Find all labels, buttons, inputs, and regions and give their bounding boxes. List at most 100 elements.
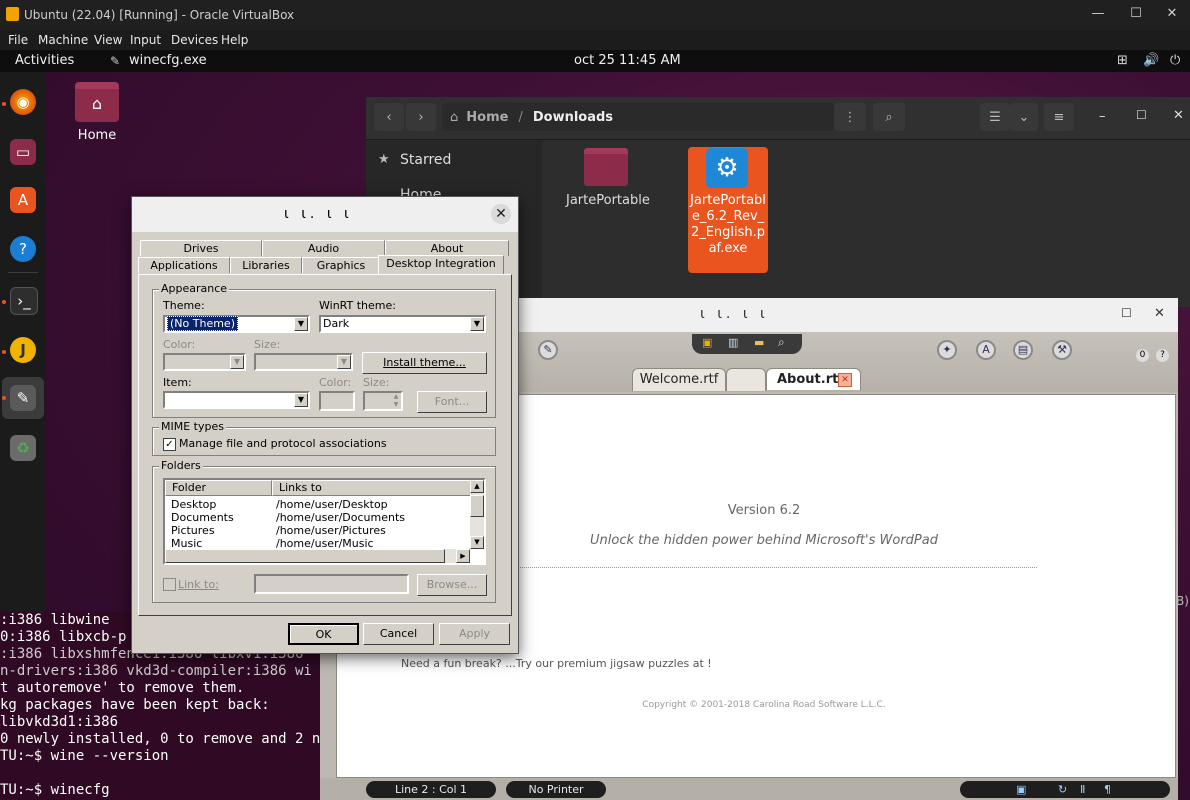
info-icon[interactable]: 0	[1136, 349, 1149, 362]
folder-row-name[interactable]: Documents	[171, 511, 234, 524]
tab-welcome[interactable]: Welcome.rtf	[632, 368, 726, 391]
breadcrumb[interactable]: ⌂ Home / Downloads	[442, 103, 834, 131]
item-select[interactable]: ▼	[163, 391, 310, 409]
folders-list[interactable]: Folder Links to Desktop /home/user/Deskt…	[163, 478, 486, 565]
link-to-checkbox[interactable]	[163, 578, 176, 591]
fun-break-text[interactable]: Need a fun break? ...Try our premium jig…	[401, 657, 712, 670]
font-button[interactable]: Font...	[417, 391, 487, 413]
menu-machine[interactable]: Machine	[38, 33, 88, 47]
item-color-field[interactable]	[319, 391, 355, 411]
page-icon[interactable]: ▤	[1013, 340, 1033, 360]
horizontal-scrollbar[interactable]: ▶	[165, 549, 470, 563]
item-size-spinner[interactable]: ▲ ▼	[363, 391, 403, 411]
jarte-icon[interactable]: J	[10, 337, 36, 363]
folder-row-link[interactable]: /home/user/Desktop	[276, 498, 388, 511]
menu-view[interactable]: View	[94, 33, 122, 47]
menu-file[interactable]: File	[8, 33, 28, 47]
firefox-icon[interactable]: ◉	[10, 89, 36, 115]
paste-icon[interactable]: ▣	[702, 336, 712, 349]
network-icon[interactable]: ⊞	[1117, 53, 1128, 68]
theme-select[interactable]: (No Theme) ▼	[163, 315, 310, 333]
volume-icon[interactable]: 🔊	[1143, 53, 1159, 68]
tab-about[interactable]: About	[385, 240, 509, 256]
sidebar-item-starred[interactable]: Starred	[400, 152, 451, 168]
folder-row-link[interactable]: /home/user/Pictures	[276, 524, 386, 537]
help-icon[interactable]: ?	[10, 236, 36, 262]
folder-row-name[interactable]: Pictures	[171, 524, 215, 537]
spinner-arrows-icon[interactable]: ▲ ▼	[391, 393, 401, 409]
files-close-button[interactable]: ✕	[1173, 108, 1184, 123]
tab-drives[interactable]: Drives	[140, 240, 262, 256]
mime-checkbox[interactable]: ✓	[163, 438, 176, 451]
install-theme-button[interactable]: Install theme...	[362, 352, 487, 374]
link-to-field[interactable]	[254, 574, 409, 594]
app-menu[interactable]: winecfg.exe	[129, 53, 207, 68]
scroll-thumb[interactable]	[470, 495, 484, 517]
search-icon[interactable]: ⌕	[778, 335, 785, 350]
folder-icon[interactable]	[584, 148, 628, 186]
terminal-icon[interactable]: ›_	[10, 287, 38, 315]
spell-icon[interactable]: Ⅱ	[1080, 781, 1085, 798]
scroll-up-icon[interactable]: ▲	[470, 480, 484, 493]
chevron-down-icon[interactable]: ▼	[337, 355, 351, 369]
browse-button[interactable]: Browse...	[417, 574, 487, 596]
folder-row-link[interactable]: /home/user/Documents	[276, 511, 405, 524]
maximize-button[interactable]: ☐	[1126, 6, 1146, 24]
activities-button[interactable]: Activities	[15, 53, 74, 68]
breadcrumb-downloads[interactable]: Downloads	[533, 110, 613, 125]
gear-icon[interactable]: ⚙	[706, 148, 748, 188]
tab-applications[interactable]: Applications	[138, 257, 230, 273]
winrt-theme-select[interactable]: Dark ▼	[319, 315, 486, 333]
scroll-right-icon[interactable]: ▶	[456, 549, 470, 563]
view-options-chevron-icon[interactable]: ⌄	[1010, 103, 1038, 131]
chevron-down-icon[interactable]: ▼	[294, 393, 308, 407]
chart-icon[interactable]: ▥	[728, 336, 738, 349]
doc-icon[interactable]: ▣	[1016, 781, 1026, 798]
tab-untitled[interactable]	[726, 368, 766, 391]
home-folder-icon[interactable]: ⌂	[75, 82, 119, 122]
jarte-maximize-button[interactable]: ☐	[1121, 306, 1132, 320]
path-menu-button[interactable]: ⋮	[834, 103, 866, 131]
col-folder-header[interactable]: Folder	[165, 480, 272, 496]
menu-help[interactable]: Help	[221, 33, 248, 47]
format-marks-icon[interactable]: ¶	[1104, 781, 1111, 798]
search-icon[interactable]: ⌕	[873, 103, 905, 131]
insert-icon[interactable]: ✦	[937, 340, 957, 360]
col-links-header[interactable]: Links to	[272, 480, 472, 496]
files-maximize-button[interactable]: ☐	[1136, 108, 1147, 122]
folder-icon[interactable]: ▬	[754, 336, 764, 349]
size-select[interactable]: ▼	[254, 353, 353, 371]
hscroll-thumb[interactable]	[165, 549, 445, 563]
wrap-icon[interactable]: ↻	[1058, 781, 1067, 798]
close-tab-icon[interactable]: ✕	[838, 373, 852, 387]
chevron-down-icon[interactable]: ▼	[470, 317, 484, 331]
color-select[interactable]: ▼	[163, 353, 246, 371]
back-button[interactable]: ‹	[374, 103, 404, 131]
wine-config-icon[interactable]: ✎	[10, 385, 36, 411]
cancel-button[interactable]: Cancel	[363, 623, 434, 645]
ok-button[interactable]: OK	[288, 623, 359, 645]
menu-input[interactable]: Input	[130, 33, 161, 47]
jarte-close-button[interactable]: ✕	[1154, 306, 1165, 321]
edit-icon[interactable]: ✎	[538, 340, 558, 360]
tab-desktop-integration[interactable]: Desktop Integration	[378, 255, 504, 275]
software-center-icon[interactable]: A	[10, 187, 36, 213]
vertical-scrollbar[interactable]: ▲ ▼	[470, 480, 484, 549]
files-minimize-button[interactable]: –	[1099, 109, 1106, 124]
breadcrumb-home[interactable]: Home	[466, 110, 508, 125]
minimize-button[interactable]: —	[1088, 6, 1108, 24]
forward-button[interactable]: ›	[406, 103, 436, 131]
chevron-down-icon[interactable]: ▼	[230, 355, 244, 369]
winecfg-close-button[interactable]: ✕	[491, 204, 511, 224]
files-icon[interactable]: ▭	[10, 139, 36, 165]
close-button[interactable]: ✕	[1162, 6, 1182, 24]
tab-audio[interactable]: Audio	[262, 240, 385, 256]
power-icon[interactable]: ⏻	[1170, 53, 1180, 68]
trash-icon[interactable]: ♻	[10, 435, 36, 461]
mime-checkbox-label[interactable]: Manage file and protocol associations	[179, 437, 387, 450]
home-folder-label[interactable]: Home	[60, 128, 134, 143]
tab-about[interactable]: About.rtf ✕	[766, 368, 861, 390]
menu-devices[interactable]: Devices	[171, 33, 218, 47]
file-jarteportable-folder[interactable]: JartePortable	[566, 193, 650, 209]
tools-icon[interactable]: ⚒	[1052, 340, 1072, 360]
